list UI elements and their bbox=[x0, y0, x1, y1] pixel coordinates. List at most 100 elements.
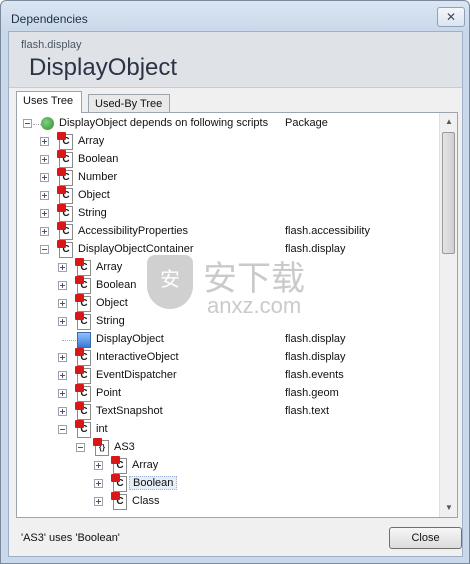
tree-connector bbox=[33, 124, 41, 125]
expand-toggle-icon[interactable] bbox=[58, 281, 67, 290]
expand-toggle-icon[interactable] bbox=[94, 461, 103, 470]
class-title: DisplayObject bbox=[29, 54, 178, 81]
tree-row[interactable]: C Array bbox=[17, 132, 439, 151]
tree-row-label: InteractiveObject bbox=[96, 351, 179, 363]
tree-connector bbox=[62, 340, 76, 341]
tree-row[interactable]: C InteractiveObject flash.display bbox=[17, 348, 439, 367]
class-icon: C bbox=[75, 402, 91, 420]
tree-row[interactable]: C Number bbox=[17, 168, 439, 187]
tree-row[interactable]: C Boolean bbox=[17, 276, 439, 295]
tree-row-label: Object bbox=[96, 297, 128, 309]
tree-row-package: flash.geom bbox=[285, 387, 339, 399]
tree-row[interactable]: DisplayObject flash.display bbox=[17, 331, 439, 349]
tree-row[interactable]: C int bbox=[17, 420, 439, 439]
tree-row[interactable]: C EventDispatcher flash.events bbox=[17, 366, 439, 385]
expand-toggle-icon[interactable] bbox=[94, 479, 103, 488]
expand-toggle-icon[interactable] bbox=[94, 497, 103, 506]
scroll-thumb[interactable] bbox=[442, 132, 455, 254]
tree-row-label: AccessibilityProperties bbox=[78, 225, 189, 237]
class-icon: C bbox=[75, 384, 91, 402]
tree-row-label: AS3 bbox=[114, 441, 135, 453]
script-root-icon bbox=[41, 117, 54, 130]
class-icon: C bbox=[57, 132, 73, 150]
expand-toggle-icon[interactable] bbox=[40, 209, 49, 218]
tree-row-label: Boolean bbox=[78, 153, 119, 165]
class-icon: C bbox=[75, 348, 91, 366]
tree-row[interactable]: C String bbox=[17, 312, 439, 331]
tree-row[interactable]: C AccessibilityProperties flash.accessib… bbox=[17, 222, 439, 241]
vertical-scrollbar[interactable]: ▲ ▼ bbox=[439, 113, 457, 517]
class-icon: C bbox=[75, 294, 91, 312]
tree-row-label: Point bbox=[96, 387, 122, 399]
tree-row[interactable]: C String bbox=[17, 204, 439, 223]
tab-used-by-tree[interactable]: Used-By Tree bbox=[88, 94, 170, 114]
tree-row[interactable]: C Array bbox=[17, 258, 439, 277]
tree-row-selected[interactable]: C Boolean bbox=[17, 474, 439, 493]
expand-toggle-icon[interactable] bbox=[40, 227, 49, 236]
scroll-up-icon[interactable]: ▲ bbox=[441, 114, 457, 130]
display-object-icon bbox=[77, 332, 91, 348]
tree-row-package: flash.display bbox=[285, 351, 346, 363]
tree-row-label: String bbox=[78, 207, 107, 219]
class-icon: C bbox=[57, 222, 73, 240]
expand-toggle-icon[interactable] bbox=[58, 389, 67, 398]
tree-row-label: Array bbox=[132, 459, 159, 471]
status-text: 'AS3' uses 'Boolean' bbox=[21, 532, 120, 544]
expand-toggle-icon[interactable] bbox=[58, 299, 67, 308]
dependency-tree[interactable]: DisplayObject depends on following scrip… bbox=[17, 113, 439, 517]
tree-row[interactable]: C Object bbox=[17, 186, 439, 205]
package-column-header: Package bbox=[285, 117, 328, 129]
scroll-down-icon[interactable]: ▼ bbox=[441, 500, 457, 516]
dependencies-window: Dependencies ✕ flash.display DisplayObje… bbox=[0, 0, 470, 564]
tree-row-label: Object bbox=[78, 189, 110, 201]
tree-row[interactable]: C Array bbox=[17, 456, 439, 475]
expand-toggle-icon[interactable] bbox=[58, 371, 67, 380]
tree-row-package: flash.display bbox=[285, 243, 346, 255]
expand-toggle-icon[interactable] bbox=[40, 191, 49, 200]
class-icon: C bbox=[75, 366, 91, 384]
tree-row-label: DisplayObject bbox=[96, 333, 164, 345]
window-close-icon[interactable]: ✕ bbox=[437, 7, 465, 27]
collapse-toggle-icon[interactable] bbox=[40, 245, 49, 254]
expand-toggle-icon[interactable] bbox=[40, 155, 49, 164]
class-icon: C bbox=[75, 312, 91, 330]
expand-toggle-icon[interactable] bbox=[40, 137, 49, 146]
expand-toggle-icon[interactable] bbox=[58, 263, 67, 272]
class-icon: C bbox=[57, 240, 73, 258]
tree-row-label: Class bbox=[132, 495, 160, 507]
class-icon: C bbox=[57, 150, 73, 168]
tree-row[interactable]: C Boolean bbox=[17, 150, 439, 169]
class-icon: C bbox=[75, 420, 91, 438]
tree-row[interactable]: {} AS3 bbox=[17, 438, 439, 457]
tree-row[interactable]: C DisplayObjectContainer flash.display bbox=[17, 240, 439, 259]
tree-row-package: flash.display bbox=[285, 333, 346, 345]
close-button[interactable]: Close bbox=[389, 527, 462, 549]
tab-strip: Uses Tree Used-By Tree bbox=[16, 91, 456, 114]
tree-row-package: flash.events bbox=[285, 369, 344, 381]
tree-root-row[interactable]: DisplayObject depends on following scrip… bbox=[17, 115, 439, 133]
header-panel: flash.display DisplayObject bbox=[9, 32, 462, 88]
tree-row[interactable]: C TextSnapshot flash.text bbox=[17, 402, 439, 421]
expand-toggle-icon[interactable] bbox=[58, 407, 67, 416]
tree-row-package: flash.text bbox=[285, 405, 330, 417]
tree-row-label: int bbox=[96, 423, 108, 435]
tree-row[interactable]: C Class bbox=[17, 492, 439, 511]
class-icon: C bbox=[75, 258, 91, 276]
tree-row-label: Array bbox=[78, 135, 105, 147]
title-bar[interactable]: Dependencies ✕ bbox=[1, 1, 469, 35]
dialog-body: flash.display DisplayObject Uses Tree Us… bbox=[8, 31, 463, 557]
class-icon: C bbox=[111, 492, 127, 510]
collapse-toggle-icon[interactable] bbox=[76, 443, 85, 452]
class-icon: C bbox=[57, 186, 73, 204]
tree-row[interactable]: C Object bbox=[17, 294, 439, 313]
expand-toggle-icon[interactable] bbox=[40, 173, 49, 182]
tree-row[interactable]: C Point flash.geom bbox=[17, 384, 439, 403]
tab-uses-tree[interactable]: Uses Tree bbox=[16, 91, 82, 113]
class-icon: C bbox=[111, 456, 127, 474]
expand-toggle-icon[interactable] bbox=[58, 317, 67, 326]
expand-toggle-icon[interactable] bbox=[58, 353, 67, 362]
tree-row-label: Boolean bbox=[96, 279, 137, 291]
collapse-toggle-icon[interactable] bbox=[23, 119, 32, 128]
collapse-toggle-icon[interactable] bbox=[58, 425, 67, 434]
class-icon: C bbox=[57, 204, 73, 222]
